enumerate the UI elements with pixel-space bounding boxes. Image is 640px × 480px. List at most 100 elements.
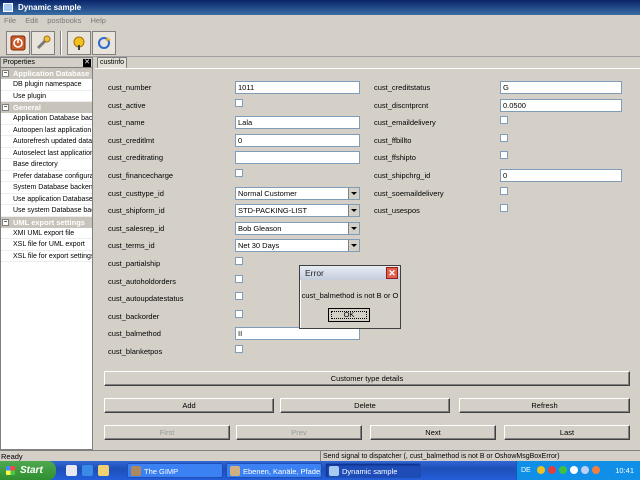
field-label: cust_ffshipto <box>374 153 416 163</box>
field-input[interactable]: II <box>235 327 360 341</box>
tray-security-icon[interactable] <box>548 466 556 474</box>
field-label: cust_shipform_id <box>108 206 165 216</box>
tray-volume-icon[interactable] <box>570 466 578 474</box>
toolbar-separator <box>60 31 62 55</box>
field-input[interactable]: 0 <box>500 169 622 182</box>
window-title: Dynamic sample <box>18 3 82 12</box>
field-combobox[interactable]: STD-PACKING-LIST <box>235 204 360 218</box>
collapse-icon[interactable]: – <box>2 104 9 111</box>
quicklaunch-desktop-icon[interactable] <box>66 465 77 476</box>
chevron-down-icon[interactable] <box>348 187 359 199</box>
next-button[interactable]: Next <box>370 425 496 440</box>
properties-item[interactable]: Prefer database configuration <box>1 171 92 182</box>
field-combobox[interactable]: Bob Gleason <box>235 221 360 235</box>
properties-section[interactable]: – UML export settings <box>1 216 92 228</box>
properties-item[interactable]: Autoselect last application <box>1 148 92 159</box>
properties-item[interactable]: Autoopen last application <box>1 125 92 136</box>
run-button[interactable] <box>67 31 91 55</box>
field-combobox[interactable]: Normal Customer <box>235 186 360 200</box>
properties-item[interactable]: Base directory <box>1 159 92 171</box>
field-input[interactable]: 1011 <box>235 81 360 94</box>
field-input[interactable]: 0.0500 <box>500 98 622 112</box>
field-input[interactable] <box>235 151 360 165</box>
task-the-gimp[interactable]: The GIMP <box>127 463 223 478</box>
exit-button[interactable] <box>6 31 30 55</box>
last-button[interactable]: Last <box>504 425 630 440</box>
error-ok-button[interactable]: OK <box>328 308 370 322</box>
field-input[interactable]: 0 <box>235 133 360 147</box>
error-dialog-close-icon[interactable]: ✕ <box>386 267 398 279</box>
customer-type-details-button[interactable]: Customer type details <box>104 371 630 386</box>
field-checkbox[interactable] <box>235 345 243 353</box>
properties-section[interactable]: – General <box>1 102 92 113</box>
chevron-down-icon[interactable] <box>348 205 359 217</box>
field-label: cust_blanketpos <box>108 347 163 356</box>
properties-item[interactable]: Use plugin <box>1 91 92 102</box>
field-checkbox[interactable] <box>500 204 508 213</box>
field-checkbox[interactable] <box>235 98 243 107</box>
properties-item[interactable]: Use system Database backend <box>1 205 92 217</box>
chevron-down-icon[interactable] <box>348 222 359 234</box>
quicklaunch-folder-icon[interactable] <box>98 465 109 476</box>
field-checkbox[interactable] <box>500 186 508 195</box>
field-label: cust_name <box>108 118 145 128</box>
combobox-value: Normal Customer <box>238 188 297 198</box>
tab-custinfo[interactable]: custinfo <box>97 57 127 68</box>
quicklaunch-browser-icon[interactable] <box>82 465 93 476</box>
properties-item[interactable]: DB plugin namespace <box>1 79 92 91</box>
menu-help[interactable]: Help <box>91 16 106 25</box>
properties-item[interactable]: Application Database backend <box>1 113 92 125</box>
settings-button[interactable] <box>31 31 55 55</box>
menu-postbooks[interactable]: postbooks <box>47 16 81 25</box>
window-title-bar[interactable]: Dynamic sample <box>0 0 640 15</box>
field-label: cust_creditrating <box>108 153 164 163</box>
field-checkbox[interactable] <box>500 116 508 125</box>
language-indicator[interactable]: DE <box>521 461 531 480</box>
refresh-button[interactable] <box>92 31 116 55</box>
field-label: cust_ffbillto <box>374 135 412 145</box>
field-input[interactable]: G <box>500 81 622 94</box>
field-label: cust_custtype_id <box>108 188 164 198</box>
properties-item[interactable]: XSL file for export settings <box>1 251 92 262</box>
field-checkbox[interactable] <box>235 169 243 177</box>
prev-button[interactable]: Prev <box>236 425 362 440</box>
field-input[interactable]: Lala <box>235 116 360 130</box>
properties-close-icon[interactable]: ✕ <box>83 59 91 67</box>
properties-item[interactable]: System Database backend <box>1 182 92 194</box>
tray-notification-icon[interactable] <box>537 466 545 474</box>
field-checkbox[interactable] <box>235 274 243 283</box>
tray-update-icon[interactable] <box>592 466 600 474</box>
field-checkbox[interactable] <box>500 151 508 160</box>
combobox-value: Bob Gleason <box>238 223 282 233</box>
first-button[interactable]: First <box>104 425 230 440</box>
properties-item[interactable]: Autorefresh updated data <box>1 136 92 148</box>
field-combobox[interactable]: Net 30 Days <box>235 239 360 253</box>
properties-item[interactable]: XSL file for UML export <box>1 239 92 251</box>
delete-button[interactable]: Delete <box>280 398 450 413</box>
properties-section[interactable]: – Application Database <box>1 68 92 79</box>
field-label: cust_terms_id <box>108 241 155 251</box>
task-ebenen[interactable]: Ebenen, Kanäle, Pfade... <box>226 463 322 478</box>
wrench-icon <box>36 35 51 50</box>
menu-file[interactable]: File <box>4 16 16 25</box>
collapse-icon[interactable]: – <box>2 218 9 226</box>
start-button[interactable]: Start <box>0 461 56 480</box>
menu-edit[interactable]: Edit <box>25 16 38 25</box>
task-dynamic-sample[interactable]: Dynamic sample <box>325 463 421 478</box>
field-checkbox[interactable] <box>235 257 243 265</box>
field-checkbox[interactable] <box>500 133 508 142</box>
taskbar: Start The GIMP Ebenen, Kanäle, Pfade... … <box>0 461 640 480</box>
chevron-down-icon[interactable] <box>348 240 359 252</box>
collapse-icon[interactable]: – <box>2 70 9 77</box>
field-checkbox[interactable] <box>235 292 243 301</box>
tray-network-icon[interactable] <box>559 466 567 474</box>
properties-title: Properties <box>3 59 35 66</box>
properties-list: – Application Database DB plugin namespace… <box>1 68 92 262</box>
refresh-record-button[interactable]: Refresh <box>459 398 630 413</box>
properties-item[interactable]: XMI UML export file <box>1 228 92 239</box>
error-dialog-title-bar[interactable]: Error ✕ <box>300 266 400 280</box>
field-checkbox[interactable] <box>235 309 243 318</box>
tray-app-icon[interactable] <box>581 466 589 474</box>
properties-item[interactable]: Use application Database <box>1 194 92 205</box>
add-button[interactable]: Add <box>104 398 274 413</box>
